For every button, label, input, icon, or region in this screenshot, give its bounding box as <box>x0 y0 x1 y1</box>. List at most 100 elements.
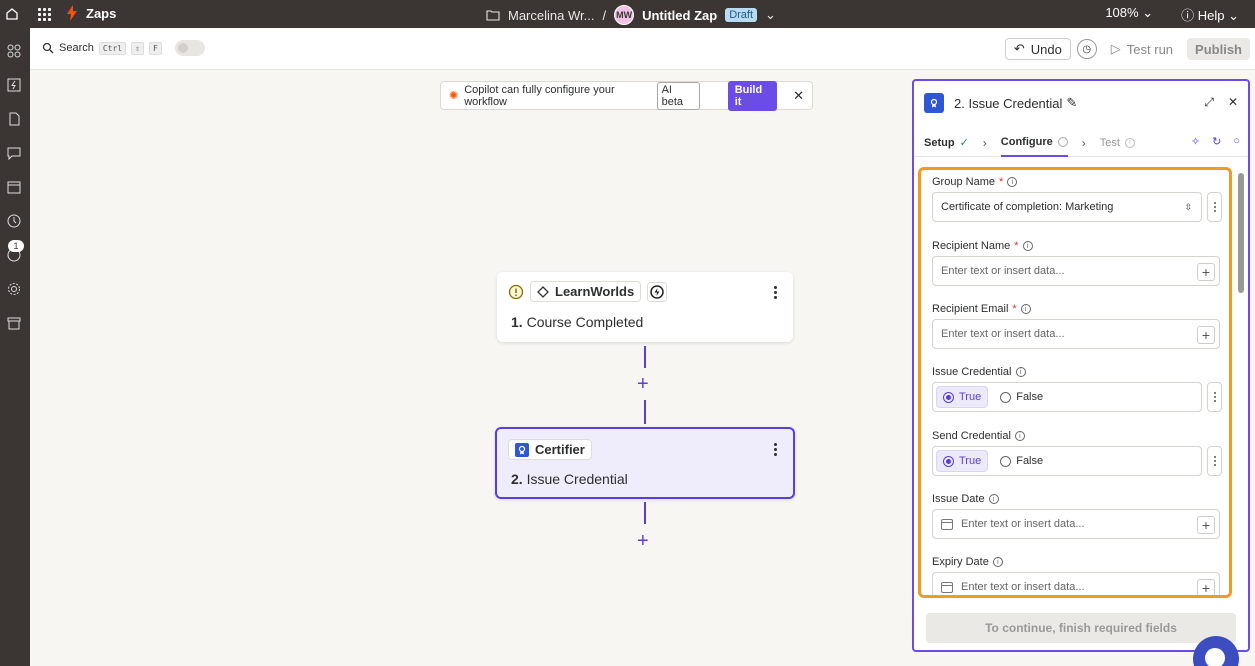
calendar-icon <box>941 581 953 593</box>
expiry-date-input[interactable]: Enter text or insert data... + <box>932 572 1220 595</box>
test-run-button[interactable]: ▷ Test run <box>1102 38 1182 60</box>
breadcrumb-separator: / <box>602 7 607 23</box>
field-recipient-name: Recipient Name * i Enter text or insert da… <box>932 240 1224 286</box>
radio-false[interactable]: False <box>994 451 1049 471</box>
select-arrows-icon: ⇳ <box>1184 201 1192 212</box>
undo-button[interactable]: ↶ Undo <box>1004 38 1071 60</box>
app-chip-learnworlds: LearnWorlds <box>530 281 642 302</box>
publish-button[interactable]: Publish <box>1187 38 1250 60</box>
insert-data-icon[interactable]: + <box>1197 516 1215 534</box>
top-bar: Zaps Marcelina Wr... / MW Untitled Zap D… <box>0 0 1255 28</box>
chevron-right-icon: › <box>982 135 987 150</box>
info-icon[interactable]: i <box>1015 367 1026 377</box>
chat-icon[interactable] <box>5 144 23 162</box>
field-send-credential: Send Credential i True False <box>932 430 1224 476</box>
add-step-icon[interactable]: + <box>637 374 649 394</box>
refresh-icon[interactable]: ↻ <box>1212 135 1221 148</box>
field-label: Issue Credential i <box>932 366 1224 378</box>
more-options-icon[interactable] <box>774 286 777 299</box>
calendar-icon[interactable] <box>5 178 23 196</box>
step-config-panel: 2. Issue Credential ✎ ⤢ ✕ Setup ✓ › Conf… <box>912 79 1250 652</box>
step-title: 1. Course Completed <box>511 314 643 330</box>
sparkle-icon[interactable]: ✧ <box>1191 135 1200 148</box>
more-options-icon[interactable] <box>1207 382 1222 412</box>
field-label: Group Name * i <box>932 176 1224 188</box>
comment-icon[interactable]: ○ <box>1233 135 1240 148</box>
close-icon[interactable]: ✕ <box>1228 95 1238 110</box>
select-value: Certificate of completion: Marketing <box>941 201 1114 213</box>
required-mark: * <box>1014 240 1019 252</box>
recipient-email-input[interactable]: Enter text or insert data... + <box>932 319 1220 349</box>
zoom-menu[interactable]: 108% ⌄ <box>1105 5 1153 24</box>
step-card-action[interactable]: Certifier 2. Issue Credential <box>495 427 795 499</box>
tab-label: Configure <box>1000 135 1053 148</box>
info-icon[interactable]: i <box>1020 304 1031 314</box>
zoom-level: 108% <box>1105 5 1139 20</box>
panel-scrollbar[interactable] <box>1236 161 1244 601</box>
app-name: Certifier <box>535 442 585 457</box>
tab-test[interactable]: Test i <box>1100 129 1135 157</box>
group-name-select[interactable]: Certificate of completion: Marketing ⇳ <box>932 192 1202 222</box>
radio-label: False <box>1016 455 1044 467</box>
recipient-name-input[interactable]: Enter text or insert data... + <box>932 256 1220 286</box>
tab-label: Setup <box>924 136 955 149</box>
tab-setup[interactable]: Setup ✓ <box>924 129 969 157</box>
more-options-icon[interactable] <box>1207 446 1222 476</box>
build-it-button[interactable]: Build it <box>727 80 778 111</box>
radio-empty-icon <box>1000 391 1012 403</box>
apps-icon[interactable] <box>5 42 23 60</box>
label-text: Send Credential <box>932 430 1011 442</box>
home-icon[interactable] <box>0 0 24 28</box>
search-label: Search <box>59 42 94 54</box>
insert-data-icon[interactable]: + <box>1197 579 1215 595</box>
zap-name[interactable]: Untitled Zap <box>642 8 717 23</box>
field-label: Issue Date i <box>932 493 1224 505</box>
trigger-bolt-icon <box>647 281 668 302</box>
folder-name[interactable]: Marcelina Wr... <box>508 8 594 23</box>
issue-date-input[interactable]: Enter text or insert data... + <box>932 509 1220 539</box>
zaps-nav-icon[interactable] <box>5 76 23 94</box>
test-run-label: Test run <box>1126 41 1174 57</box>
notification-badge: 1 <box>8 240 24 252</box>
pencil-icon[interactable]: ✎ <box>1066 95 1077 111</box>
toggle-switch[interactable] <box>174 40 205 56</box>
info-icon[interactable]: i <box>988 494 999 504</box>
info-icon[interactable]: i <box>1022 241 1033 251</box>
close-icon[interactable]: ✕ <box>793 88 804 104</box>
info-icon: i <box>1124 137 1135 148</box>
more-options-icon[interactable] <box>1207 192 1222 222</box>
config-form: Group Name * i Certificate of completion: … <box>918 167 1232 598</box>
insert-data-icon[interactable]: + <box>1197 326 1215 344</box>
avatar[interactable]: MW <box>614 5 635 25</box>
continue-button[interactable]: To continue, finish required fields <box>926 613 1236 643</box>
document-icon[interactable] <box>5 110 23 128</box>
more-options-icon[interactable] <box>774 443 777 456</box>
zaps-link[interactable]: Zaps <box>66 5 116 21</box>
radio-true[interactable]: True <box>936 386 989 408</box>
insert-data-icon[interactable]: + <box>1197 263 1215 281</box>
archive-icon[interactable] <box>5 314 23 332</box>
scroll-thumb[interactable] <box>1238 173 1244 293</box>
history-button[interactable]: ◷ <box>1076 39 1097 59</box>
history-icon[interactable] <box>5 212 23 230</box>
settings-icon[interactable] <box>5 280 23 298</box>
left-rail: 1 <box>0 28 30 666</box>
chevron-down-icon[interactable]: ⌄ <box>765 7 776 23</box>
panel-title[interactable]: 2. Issue Credential <box>954 96 1062 111</box>
app-grid-icon[interactable] <box>38 6 54 22</box>
info-icon[interactable]: i <box>1014 431 1025 441</box>
info-icon[interactable]: i <box>992 557 1003 567</box>
info-icon[interactable]: i <box>1007 177 1018 187</box>
radio-label: False <box>1016 391 1044 403</box>
shortcut-key: F <box>148 41 162 55</box>
expand-icon[interactable]: ⤢ <box>1204 95 1214 110</box>
add-step-icon[interactable]: + <box>637 531 649 551</box>
field-label: Expiry Date i <box>932 556 1224 568</box>
tab-configure[interactable]: Configure <box>1000 129 1068 157</box>
search-button[interactable]: Search Ctrl ⇧ F <box>42 40 205 56</box>
learnworlds-logo-icon <box>537 285 549 298</box>
radio-false[interactable]: False <box>994 387 1049 407</box>
step-card-trigger[interactable]: LearnWorlds 1. Course Completed <box>497 272 793 342</box>
help-menu[interactable]: ⓘ Help ⌄ <box>1181 5 1239 24</box>
radio-true[interactable]: True <box>936 450 989 472</box>
